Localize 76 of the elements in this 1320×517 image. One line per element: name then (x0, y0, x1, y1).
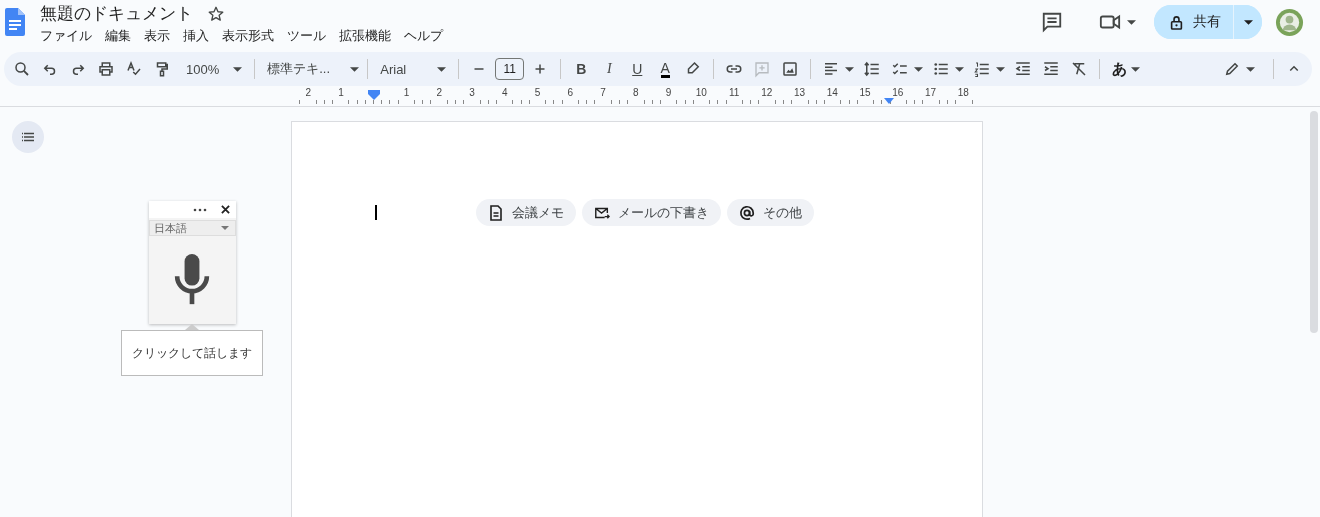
tooltip: クリックして話します (121, 330, 263, 376)
input-tool-value: あ (1111, 59, 1129, 79)
caret-icon (1246, 66, 1255, 72)
font-dropdown[interactable]: Arial (374, 61, 453, 77)
caret-icon (437, 66, 447, 72)
ruler-number: 18 (957, 87, 969, 104)
ruler-number: 15 (859, 87, 871, 104)
menu-item[interactable]: ツール (281, 27, 332, 45)
zoom-dropdown[interactable]: 100% (176, 61, 249, 77)
caret-icon (955, 66, 965, 72)
template-chip[interactable]: 会議メモ (476, 199, 576, 226)
caret-icon (350, 66, 360, 72)
at-sign-icon (739, 204, 755, 221)
ruler-number: 12 (761, 87, 773, 104)
caret-icon (845, 66, 855, 72)
avatar[interactable] (1275, 7, 1304, 37)
ruler-number: 2 (436, 87, 443, 104)
caret-icon (1131, 66, 1141, 72)
caret-icon (1243, 19, 1253, 25)
menu-item[interactable]: 拡張機能 (333, 27, 397, 45)
star-icon[interactable] (207, 4, 225, 23)
document-icon[interactable] (5, 8, 25, 36)
italic-button[interactable]: I (595, 61, 624, 77)
ruler-number: 5 (534, 87, 541, 104)
input-tools-dropdown[interactable]: あ (1106, 59, 1145, 79)
ruler-number: 16 (892, 87, 904, 104)
document-icon (488, 204, 504, 221)
comment-icon[interactable] (1041, 11, 1063, 33)
scrollbar[interactable] (1310, 111, 1318, 333)
menu-item[interactable]: 編集 (99, 27, 137, 45)
more-icon[interactable] (192, 207, 207, 212)
caret-icon (914, 66, 924, 72)
text-color-button[interactable]: A (651, 60, 680, 78)
caret-icon (1127, 19, 1136, 25)
ruler-number: 10 (695, 87, 707, 104)
menu-item[interactable]: 挿入 (177, 27, 215, 45)
ruler-number: 13 (794, 87, 806, 104)
ruler-number: 1 (338, 87, 344, 104)
style-dropdown[interactable]: 標準テキ... (261, 60, 362, 78)
outline-button[interactable] (12, 121, 44, 153)
menu-item[interactable]: ファイル (38, 27, 98, 45)
indent-marker-icon[interactable] (883, 98, 894, 104)
ruler-number: 8 (633, 87, 639, 104)
ruler-number: 11 (728, 87, 740, 104)
menu-item[interactable]: 表示形式 (216, 27, 280, 45)
ruler-number: 4 (502, 87, 508, 104)
template-chip[interactable]: その他 (727, 199, 814, 226)
ruler-number: 3 (469, 87, 475, 104)
style-value: 標準テキ... (267, 60, 331, 78)
document-title[interactable]: 無題のドキュメント (38, 2, 195, 25)
indent-marker-icon[interactable] (367, 90, 380, 100)
ruler-number: 1 (403, 87, 410, 104)
ruler-number: 2 (305, 87, 312, 104)
menu-item[interactable]: ヘルプ (398, 27, 449, 45)
underline-button[interactable]: U (623, 61, 652, 77)
microphone-icon[interactable] (172, 254, 212, 306)
font-size-field[interactable]: 11 (495, 58, 525, 80)
close-icon[interactable] (220, 205, 230, 214)
language-dropdown[interactable]: 日本語 (148, 220, 236, 236)
template-chip[interactable]: メールの下書き (582, 199, 721, 226)
share-button[interactable]: 共有 (1154, 5, 1234, 39)
caret-icon (996, 66, 1006, 72)
ruler-number: 9 (665, 87, 672, 104)
font-value: Arial (380, 61, 407, 77)
language-value: 日本語 (153, 220, 187, 236)
bold-button[interactable]: B (567, 61, 596, 77)
zoom-value: 100% (186, 61, 220, 77)
ruler-number: 17 (925, 87, 937, 104)
ruler-number: 6 (567, 87, 574, 104)
caret-icon (220, 226, 229, 230)
lock-icon (1170, 14, 1183, 30)
ruler-number: 14 (826, 87, 838, 104)
ruler-number: 7 (600, 87, 606, 104)
menu-item[interactable]: 表示 (138, 27, 176, 45)
caret-icon (233, 66, 243, 72)
text-cursor (375, 205, 377, 220)
